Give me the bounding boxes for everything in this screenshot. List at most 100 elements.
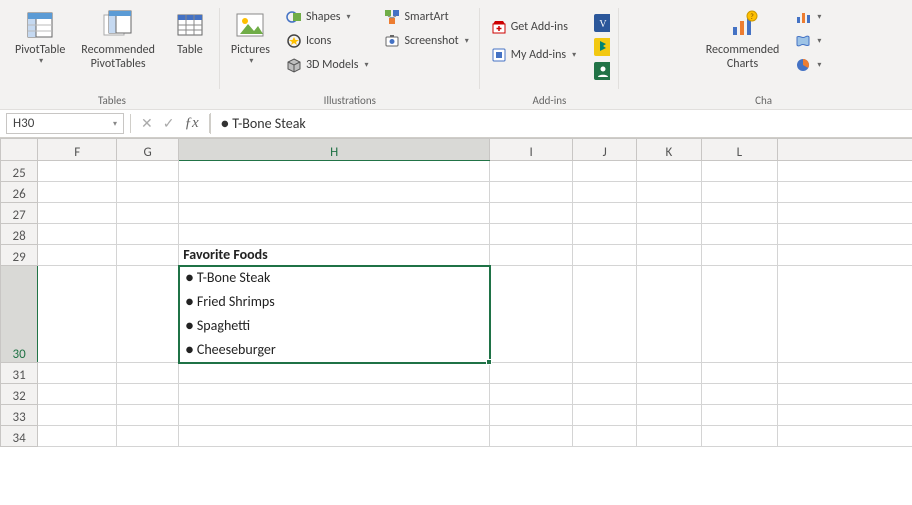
get-addins-button[interactable]: Get Add-ins: [486, 16, 581, 38]
formula-input[interactable]: ● T-Bone Steak: [210, 113, 912, 134]
cell[interactable]: [490, 161, 573, 182]
cell[interactable]: [573, 224, 637, 245]
cell[interactable]: [179, 161, 490, 182]
cell[interactable]: [117, 405, 179, 426]
col-header[interactable]: K: [637, 139, 701, 161]
cell[interactable]: [179, 426, 490, 447]
cell[interactable]: [778, 224, 912, 245]
chart-type-column-button[interactable]: ▾: [790, 6, 826, 28]
pictures-button[interactable]: Pictures ▾: [226, 6, 275, 70]
cell[interactable]: [778, 245, 912, 266]
cell[interactable]: [778, 203, 912, 224]
cell[interactable]: [778, 384, 912, 405]
cell[interactable]: [778, 426, 912, 447]
cell[interactable]: [117, 266, 179, 363]
cell[interactable]: [38, 161, 117, 182]
cell[interactable]: [778, 405, 912, 426]
cell[interactable]: [490, 384, 573, 405]
cell[interactable]: [490, 405, 573, 426]
enter-icon[interactable]: ✓: [163, 115, 175, 132]
cell[interactable]: [573, 245, 637, 266]
row-header[interactable]: 34: [1, 426, 38, 447]
cell[interactable]: [179, 224, 490, 245]
cell[interactable]: [573, 405, 637, 426]
cell[interactable]: [38, 203, 117, 224]
cell[interactable]: [701, 384, 778, 405]
cell[interactable]: [490, 182, 573, 203]
cell[interactable]: [38, 426, 117, 447]
cell[interactable]: [490, 266, 573, 363]
row-header[interactable]: 31: [1, 363, 38, 384]
cell[interactable]: [38, 266, 117, 363]
cell[interactable]: [179, 384, 490, 405]
cell[interactable]: [637, 224, 701, 245]
row-header[interactable]: 33: [1, 405, 38, 426]
cell[interactable]: [117, 245, 179, 266]
cell[interactable]: [490, 224, 573, 245]
row-header[interactable]: 32: [1, 384, 38, 405]
recommended-charts-button[interactable]: ? Recommended Charts: [701, 6, 785, 75]
cell[interactable]: [637, 161, 701, 182]
screenshot-button[interactable]: Screenshot ▾: [379, 30, 473, 52]
row-header[interactable]: 30: [1, 266, 38, 363]
cell[interactable]: [573, 384, 637, 405]
cell[interactable]: [117, 161, 179, 182]
cell[interactable]: [701, 203, 778, 224]
cell[interactable]: [573, 203, 637, 224]
cell[interactable]: [38, 405, 117, 426]
chart-type-pie-button[interactable]: ▾: [790, 54, 826, 76]
my-addins-button[interactable]: My Add-ins ▾: [486, 44, 581, 66]
col-header[interactable]: I: [490, 139, 573, 161]
cell[interactable]: [38, 245, 117, 266]
col-header[interactable]: L: [701, 139, 778, 161]
icons-button[interactable]: Icons: [281, 30, 374, 52]
cell[interactable]: [573, 426, 637, 447]
smartart-button[interactable]: SmartArt: [379, 6, 473, 28]
cell[interactable]: [38, 363, 117, 384]
cell[interactable]: [179, 203, 490, 224]
row-header[interactable]: 29: [1, 245, 38, 266]
cell[interactable]: [38, 224, 117, 245]
cell[interactable]: Favorite Foods: [179, 245, 490, 266]
cell[interactable]: [637, 245, 701, 266]
cell[interactable]: [38, 384, 117, 405]
cell[interactable]: [637, 203, 701, 224]
cell[interactable]: [179, 363, 490, 384]
cell[interactable]: [117, 384, 179, 405]
row-header[interactable]: 27: [1, 203, 38, 224]
cell[interactable]: [38, 182, 117, 203]
col-header-active[interactable]: H: [179, 139, 490, 161]
row-header[interactable]: 28: [1, 224, 38, 245]
fx-icon[interactable]: ƒx: [184, 115, 198, 132]
row-header[interactable]: 26: [1, 182, 38, 203]
addin-tile-1[interactable]: V: [591, 12, 613, 34]
cell[interactable]: [117, 182, 179, 203]
cell[interactable]: [701, 224, 778, 245]
cell[interactable]: [490, 426, 573, 447]
cell[interactable]: [490, 245, 573, 266]
cell[interactable]: [637, 266, 701, 363]
table-button[interactable]: Table: [166, 6, 214, 60]
col-header[interactable]: G: [117, 139, 179, 161]
cell[interactable]: [701, 405, 778, 426]
addin-tile-2[interactable]: [591, 36, 613, 58]
spreadsheet-grid[interactable]: F G H I J K L 2526272829Favorite Foods30…: [0, 138, 912, 505]
cell[interactable]: [701, 426, 778, 447]
cell[interactable]: [573, 161, 637, 182]
cell[interactable]: [637, 363, 701, 384]
cell[interactable]: [778, 182, 912, 203]
cell[interactable]: [117, 363, 179, 384]
cell[interactable]: [573, 182, 637, 203]
cell[interactable]: [701, 266, 778, 363]
cell[interactable]: [490, 363, 573, 384]
cell[interactable]: [701, 245, 778, 266]
row-header[interactable]: 25: [1, 161, 38, 182]
cell[interactable]: [778, 266, 912, 363]
cell[interactable]: [637, 426, 701, 447]
cell[interactable]: [701, 161, 778, 182]
recommended-pivottables-button[interactable]: Recommended PivotTables: [76, 6, 160, 75]
shapes-button[interactable]: Shapes ▾: [281, 6, 374, 28]
col-header[interactable]: [778, 139, 912, 161]
chart-type-map-button[interactable]: ▾: [790, 30, 826, 52]
cell[interactable]: [179, 405, 490, 426]
